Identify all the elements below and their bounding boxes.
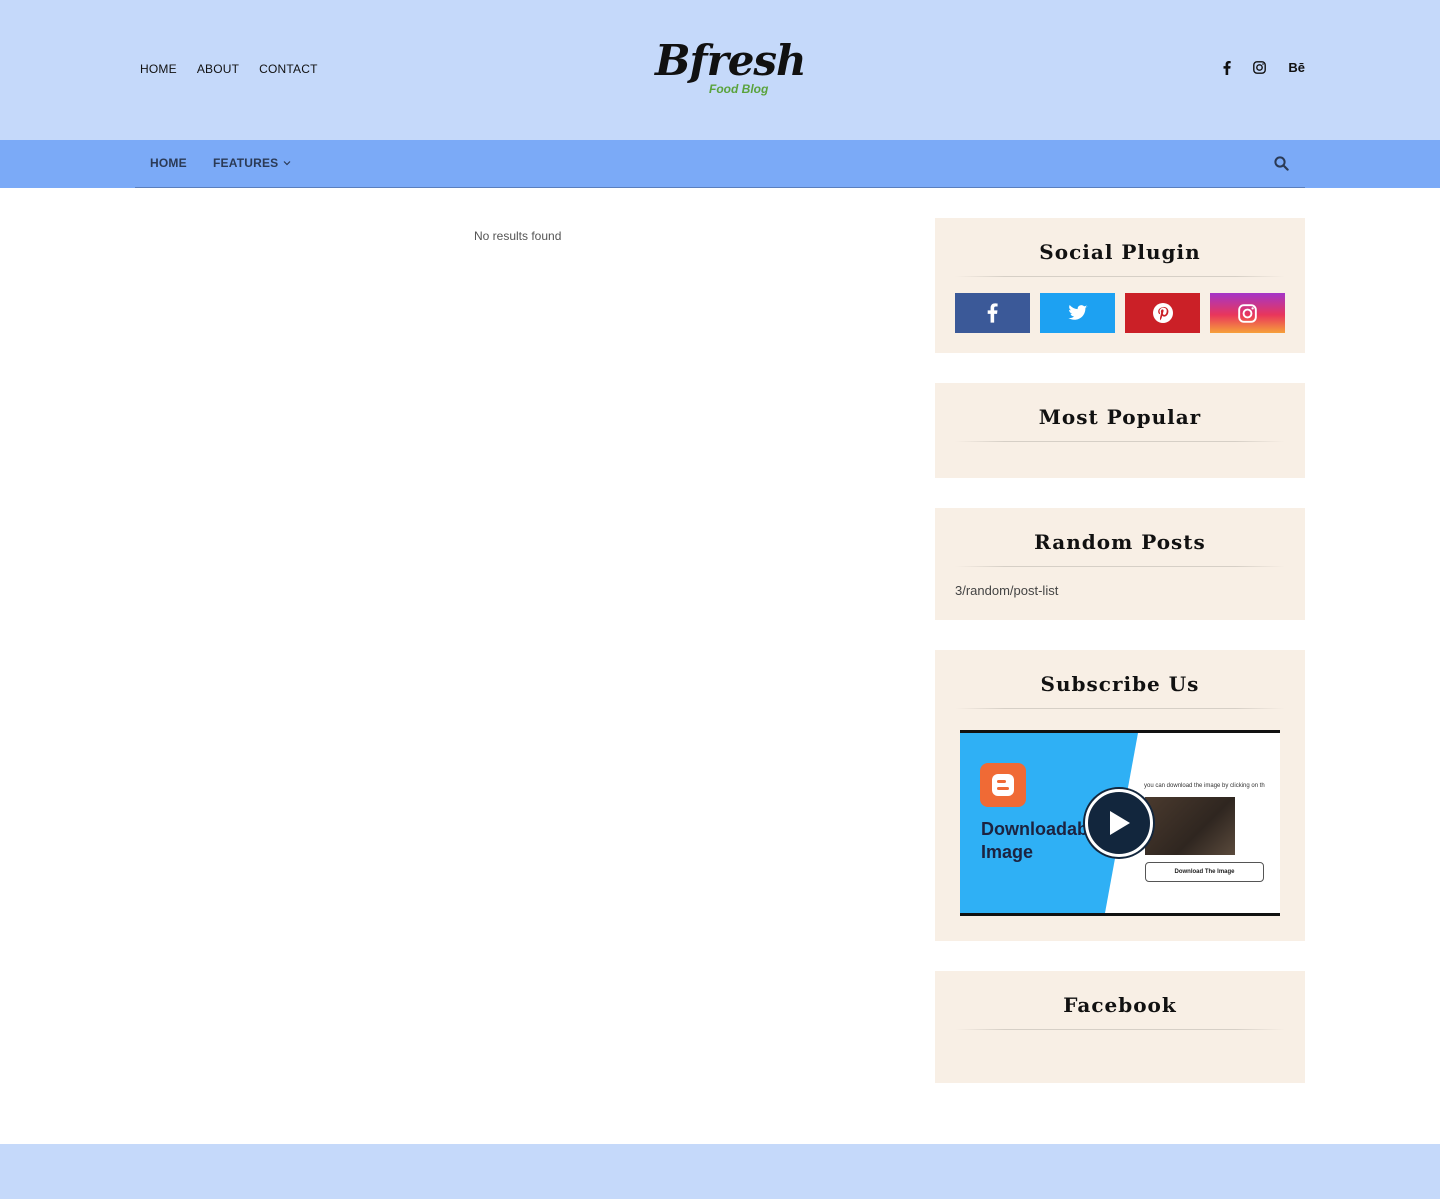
nav-item-features-label: FEATURES (213, 156, 279, 170)
random-posts-widget: Random Posts 3/random/post-list (935, 508, 1305, 620)
divider (955, 708, 1285, 709)
divider (955, 441, 1285, 442)
download-image-button: Download The Image (1145, 862, 1264, 882)
top-header: HOME ABOUT CONTACT Bfresh Food Blog Bē (0, 0, 1440, 140)
instagram-button[interactable] (1210, 293, 1285, 333)
most-popular-widget: Most Popular (935, 383, 1305, 478)
top-links: HOME ABOUT CONTACT (140, 62, 318, 76)
chevron-down-icon (283, 161, 291, 166)
widget-title: Most Popular (1038, 405, 1202, 429)
widget-title: Subscribe Us (1040, 672, 1200, 696)
twitter-button[interactable] (1040, 293, 1115, 333)
pinterest-button[interactable] (1125, 293, 1200, 333)
top-social-icons: Bē (1223, 60, 1305, 75)
logo-sub-text: Food Blog (709, 82, 769, 96)
logo-main-text: Bfresh (655, 36, 807, 85)
footer (0, 1144, 1440, 1199)
pinterest-icon (1152, 303, 1173, 323)
main-nav: HOME FEATURES (0, 140, 1440, 188)
facebook-widget: Facebook (935, 971, 1305, 1083)
social-plugin-widget: Social Plugin (935, 218, 1305, 353)
play-button[interactable] (1085, 789, 1153, 857)
divider (955, 276, 1285, 277)
instagram-icon (1238, 303, 1257, 323)
nav-item-home[interactable]: HOME (150, 156, 187, 170)
behance-icon[interactable]: Bē (1288, 60, 1305, 75)
widget-title: Facebook (1063, 993, 1177, 1017)
top-link-contact[interactable]: CONTACT (259, 62, 318, 76)
widget-title: Social Plugin (1039, 240, 1201, 264)
subscribe-widget: Subscribe Us Downloadable Image you can … (935, 650, 1305, 941)
nav-item-features[interactable]: FEATURES (213, 156, 291, 170)
instagram-icon[interactable] (1253, 61, 1267, 74)
top-link-home[interactable]: HOME (140, 62, 177, 76)
video-caption: you can download the image by clicking o… (1144, 783, 1265, 789)
divider (955, 566, 1285, 567)
no-results-message: No results found (474, 229, 562, 243)
widget-title: Random Posts (1034, 530, 1206, 554)
facebook-button[interactable] (955, 293, 1030, 333)
divider (955, 1029, 1285, 1030)
facebook-icon (987, 303, 998, 323)
video-embed[interactable]: Downloadable Image you can download the … (960, 730, 1280, 916)
video-preview-photo (1145, 797, 1235, 855)
facebook-icon[interactable] (1223, 60, 1232, 75)
blogger-icon (980, 763, 1026, 807)
random-posts-content: 3/random/post-list (955, 583, 1059, 598)
search-icon[interactable] (1274, 156, 1289, 176)
site-logo[interactable]: Bfresh Food Blog (655, 36, 807, 106)
nav-inner: HOME FEATURES (135, 140, 1305, 188)
video-title-line2: Image (981, 842, 1034, 862)
top-link-about[interactable]: ABOUT (197, 62, 239, 76)
twitter-icon (1067, 305, 1087, 320)
play-icon (1110, 811, 1130, 835)
